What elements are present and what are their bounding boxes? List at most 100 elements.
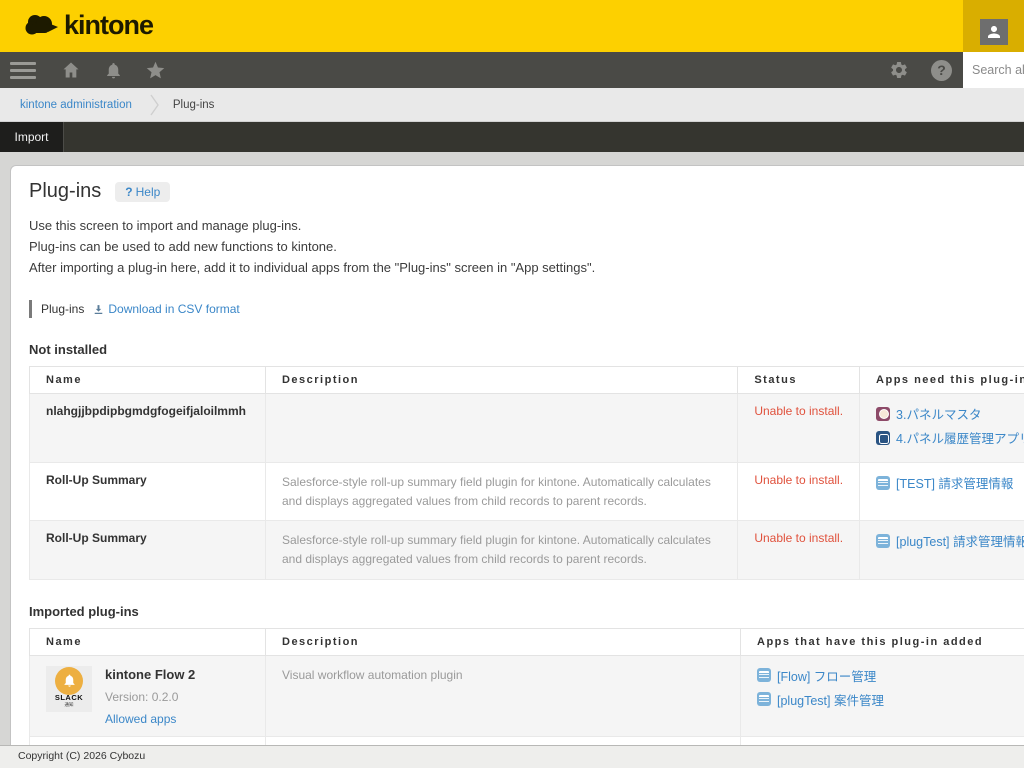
table-app-icon	[757, 692, 771, 706]
apps-cell: [plugTest] 請求管理情報	[860, 521, 1024, 579]
global-search	[963, 52, 1024, 88]
home-icon[interactable]	[50, 52, 92, 88]
import-tab[interactable]: Import	[0, 122, 64, 152]
plugin-name-cell: SLACK通知 kintone Flow 2 Version: 0.2.0 Allow…	[30, 655, 266, 737]
imported-heading: Imported plug-ins	[29, 604, 1024, 619]
person-app-icon	[876, 407, 890, 421]
table-row: SLACK通知 kintone Flow 2 Version: 0.2.0 Allow…	[30, 655, 1024, 737]
user-menu-button[interactable]	[963, 0, 1024, 52]
footer: Copyright (C) 2026 Cybozu	[0, 745, 1024, 768]
avatar	[980, 19, 1008, 45]
plugin-description-cell: Visual workflow automation plugin	[266, 655, 741, 737]
breadcrumb-parent-link[interactable]: kintone administration	[20, 99, 132, 111]
global-navbar: ?	[0, 52, 1024, 88]
user-icon	[985, 23, 1003, 41]
csv-download-link[interactable]: Download in CSV format	[92, 302, 239, 316]
intro-line: Use this screen to import and manage plu…	[29, 215, 1024, 236]
search-input[interactable]	[963, 52, 1024, 88]
column-header: Description	[266, 628, 741, 655]
app-link-row: [plugTest] 請求管理情報	[876, 531, 1024, 550]
intro-line: Plug-ins can be used to add new function…	[29, 236, 1024, 257]
apps-cell: [plugTest] 契約書	[741, 737, 1024, 745]
nav-left-group	[0, 52, 176, 88]
bell-icon	[55, 667, 83, 695]
column-header: Name	[30, 367, 266, 394]
table-app-icon	[876, 476, 890, 490]
slack-sublabel: 通知	[65, 702, 74, 708]
column-header: Apps need this plug-in	[860, 367, 1024, 394]
copyright-text: Copyright (C) 2026 Cybozu	[18, 750, 145, 762]
plugin-name: kintone Flow 2	[105, 666, 195, 684]
imported-table: NameDescriptionApps that have this plug-…	[29, 628, 1024, 745]
plugin-version: Version: 0.2.0	[105, 690, 195, 704]
breadcrumb: kintone administration Plug-ins	[0, 88, 1024, 122]
app-link[interactable]: 3.パネルマスタ	[896, 404, 981, 423]
help-question-icon[interactable]: ?	[931, 60, 952, 81]
table-row: Roll-Up SummarySalesforce-style roll-up …	[30, 521, 1024, 579]
logo-text: kintone	[64, 10, 153, 41]
app-link[interactable]: [TEST] 請求管理情報	[896, 473, 1013, 492]
status-cell: Unable to install.	[738, 521, 860, 579]
page-title: Plug-ins	[29, 180, 101, 203]
app-link-row: [Flow] フロー管理	[757, 666, 1024, 685]
apps-cell: [TEST] 請求管理情報	[860, 463, 1024, 521]
app-link[interactable]: [plugTest] 請求管理情報	[896, 531, 1024, 550]
app-header: kintone	[0, 0, 1024, 52]
kintone-logo[interactable]: kintone	[24, 10, 153, 41]
cloud-logo-icon	[24, 11, 60, 41]
chevron-right-icon	[150, 94, 159, 116]
menu-icon[interactable]	[10, 58, 36, 83]
slack-bell-plugin-icon: SLACK通知	[46, 666, 92, 712]
app-link-row: 4.パネル履歴管理アプリ	[876, 428, 1024, 447]
settings-gear-icon[interactable]	[878, 52, 920, 88]
column-header: Apps that have this plug-in added	[741, 628, 1024, 655]
apps-cell: 3.パネルマスタ 4.パネル履歴管理アプリ	[860, 394, 1024, 463]
section-label: Plug-ins	[41, 302, 84, 316]
nav-right-group: ?	[878, 52, 963, 88]
plugin-description-cell: Salesforce-style roll-up summary field p…	[265, 463, 737, 521]
app-link[interactable]: 4.パネル履歴管理アプリ	[896, 428, 1024, 447]
plugins-section-bar: Plug-ins Download in CSV format	[29, 300, 1024, 318]
intro-text: Use this screen to import and manage plu…	[29, 215, 1024, 278]
square-app-icon	[876, 431, 890, 445]
download-icon	[92, 303, 105, 316]
app-link-row: [TEST] 請求管理情報	[876, 473, 1024, 492]
intro-line: After importing a plug-in here, add it t…	[29, 257, 1024, 278]
not-installed-table: NameDescriptionStatusApps need this plug…	[29, 366, 1024, 579]
table-row: nlahgjjbpdipbgmdgfogeifjaloilmmh Unable t…	[30, 394, 1024, 463]
plugin-name-cell: AI✦✦AI Meeting Summary Plugin (Subscript…	[30, 737, 266, 745]
plugin-name-cell: Roll-Up Summary	[30, 463, 266, 521]
plugin-description-cell: Summarize meeting notes with Claude / Op…	[266, 737, 741, 745]
table-app-icon	[876, 534, 890, 548]
slack-label: SLACK	[55, 693, 83, 702]
status-cell: Unable to install.	[738, 463, 860, 521]
app-link[interactable]: [plugTest] 案件管理	[777, 690, 884, 709]
app-link[interactable]: [Flow] フロー管理	[777, 666, 876, 685]
content-area: Plug-ins ?Help Use this screen to import…	[0, 152, 1024, 745]
plugins-card: Plug-ins ?Help Use this screen to import…	[10, 165, 1024, 745]
plugin-description-cell	[265, 394, 737, 463]
notifications-bell-icon[interactable]	[92, 52, 134, 88]
table-header-row: NameDescriptionApps that have this plug-…	[30, 628, 1024, 655]
column-header: Name	[30, 628, 266, 655]
app-link-row: 3.パネルマスタ	[876, 404, 1024, 423]
column-header: Status	[738, 367, 860, 394]
plugin-description-cell: Salesforce-style roll-up summary field p…	[265, 521, 737, 579]
favorites-star-icon[interactable]	[134, 52, 176, 88]
table-row: Roll-Up SummarySalesforce-style roll-up …	[30, 463, 1024, 521]
apps-cell: [Flow] フロー管理 [plugTest] 案件管理	[741, 655, 1024, 737]
status-cell: Unable to install.	[738, 394, 860, 463]
table-row: AI✦✦AI Meeting Summary Plugin (Subscript…	[30, 737, 1024, 745]
breadcrumb-current: Plug-ins	[173, 99, 215, 111]
not-installed-heading: Not installed	[29, 342, 1024, 357]
plugin-name-cell: nlahgjjbpdipbgmdgfogeifjaloilmmh	[30, 394, 266, 463]
plugin-meta: kintone Flow 2 Version: 0.2.0 Allowed apps	[105, 666, 195, 727]
allowed-apps-link[interactable]: Allowed apps	[105, 712, 176, 726]
plugin-cell: SLACK通知 kintone Flow 2 Version: 0.2.0 Allow…	[46, 666, 249, 727]
table-header-row: NameDescriptionStatusApps need this plug…	[30, 367, 1024, 394]
help-button[interactable]: ?Help	[115, 182, 170, 202]
column-header: Description	[265, 367, 737, 394]
plugin-name-cell: Roll-Up Summary	[30, 521, 266, 579]
table-app-icon	[757, 668, 771, 682]
app-link-row: [plugTest] 案件管理	[757, 690, 1024, 709]
